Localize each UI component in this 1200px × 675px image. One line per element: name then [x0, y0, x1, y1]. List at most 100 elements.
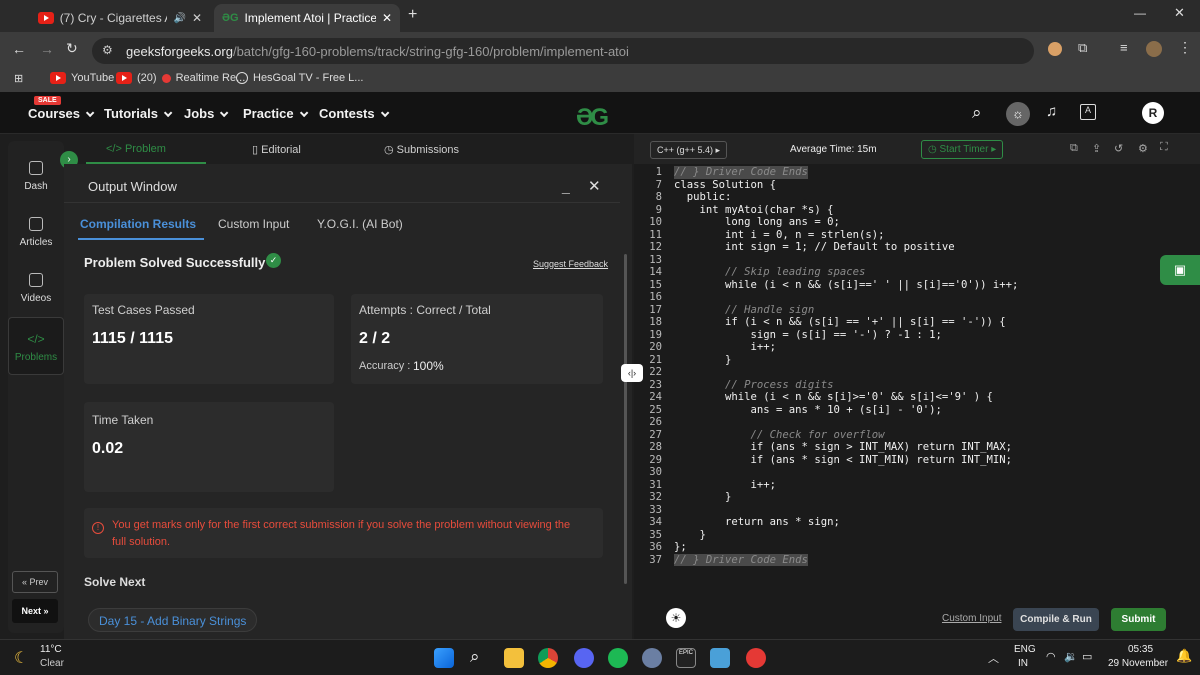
code-line[interactable]: } [674, 529, 706, 542]
code-line[interactable]: return ans * sign; [674, 516, 840, 529]
bulb-icon[interactable]: ☀ [666, 608, 686, 628]
notification-icon[interactable]: 🔔 [1176, 648, 1192, 664]
code-line[interactable]: // Check for overflow [674, 429, 885, 442]
gfg-logo[interactable]: ƏG [576, 104, 609, 132]
code-line[interactable]: while (i < n && (s[i]==' ' || s[i]=='0')… [674, 279, 1018, 292]
minimize-icon[interactable]: — [1134, 6, 1146, 20]
file-explorer-icon[interactable] [504, 648, 524, 668]
app-icon[interactable] [746, 648, 766, 668]
rail-dash[interactable]: Dash [8, 161, 64, 192]
tab-youtube[interactable]: (7) Cry - Cigarettes After Se 🔊 ✕ [30, 4, 210, 32]
tab-gfg[interactable]: ƏG Implement Atoi | Practice | Geel ✕ [214, 4, 400, 32]
rail-articles[interactable]: Articles [8, 217, 64, 248]
extension-icon[interactable] [1048, 42, 1062, 56]
clock-time[interactable]: 05:35 [1128, 644, 1153, 655]
chevron-up-icon[interactable]: ︿ [988, 650, 999, 666]
suggest-feedback-link[interactable]: Suggest Feedback [533, 259, 608, 269]
copy-icon[interactable]: ⧉ [1070, 142, 1078, 155]
code-line[interactable]: // } Driver Code Ends [674, 166, 808, 179]
code-line[interactable]: i++; [674, 341, 777, 354]
remote-desktop-icon[interactable] [710, 648, 730, 668]
nav-jobs[interactable]: Jobs [184, 106, 229, 121]
close-window-icon[interactable]: ✕ [1174, 5, 1185, 21]
code-line[interactable]: int sign = 1; // Default to positive [674, 241, 955, 254]
tab-problem[interactable]: </> Problem [106, 143, 166, 155]
code-line[interactable]: int i = 0, n = strlen(s); [674, 229, 884, 242]
splitter-handle-icon[interactable]: ‹|› [621, 364, 643, 382]
bell-icon[interactable]: ♫ [1046, 103, 1057, 120]
spotify-icon[interactable] [608, 648, 628, 668]
wifi-icon[interactable]: ◠ [1046, 650, 1056, 663]
code-line[interactable]: int myAtoi(char *s) { [674, 204, 834, 217]
bookmark-hesgoal[interactable]: HesGoal TV - Free L... [236, 72, 363, 84]
language-select[interactable]: C++ (g++ 5.4) ▸ [650, 141, 728, 159]
forward-icon[interactable]: → [40, 41, 54, 57]
code-line[interactable]: // } Driver Code Ends [674, 553, 808, 566]
code-area[interactable]: 1 // } Driver Code Ends 7 class Solution {8… [640, 164, 1200, 604]
nav-practice[interactable]: Practice [243, 106, 308, 121]
prev-button[interactable]: « Prev [12, 571, 58, 593]
epic-games-icon[interactable]: EPIC [676, 648, 696, 668]
close-icon[interactable]: ✕ [588, 177, 601, 195]
custom-input-link[interactable]: Custom Input [942, 613, 1001, 624]
nav-courses[interactable]: Courses [28, 106, 95, 121]
search-icon[interactable]: ⌕ [972, 103, 982, 123]
start-timer-button[interactable]: ◷ Start Timer ▸ [921, 140, 1004, 159]
search-icon[interactable]: ⌕ [470, 648, 490, 668]
tab-compilation-results[interactable]: Compilation Results [80, 217, 196, 231]
weather-temp[interactable]: 11°C [40, 644, 62, 655]
code-line[interactable]: // Skip leading spaces [674, 266, 865, 279]
translate-icon[interactable]: A [1080, 104, 1096, 120]
clock-date[interactable]: 29 November [1108, 658, 1168, 669]
back-icon[interactable]: ← [12, 41, 26, 57]
tab-yogi[interactable]: Y.O.G.I. (AI Bot) [317, 217, 403, 231]
reset-icon[interactable]: ↺ [1114, 142, 1123, 155]
code-line[interactable]: public: [674, 191, 732, 204]
volume-icon[interactable]: 🔉 [1064, 650, 1078, 663]
close-icon[interactable]: ✕ [382, 11, 392, 25]
code-line[interactable]: sign = (s[i] == '-') ? -1 : 1; [674, 329, 942, 342]
weather-desc[interactable]: Clear [40, 658, 64, 669]
close-icon[interactable]: ✕ [192, 11, 202, 25]
code-line[interactable]: }; [674, 541, 687, 554]
code-line[interactable]: // Process digits [674, 379, 833, 392]
chrome-icon[interactable] [538, 648, 558, 668]
code-line[interactable]: // Handle sign [674, 304, 814, 317]
profile-avatar[interactable] [1146, 41, 1162, 57]
new-tab-icon[interactable]: + [408, 6, 417, 24]
code-line[interactable]: long long ans = 0; [674, 216, 840, 229]
next-problem-link[interactable]: Day 15 - Add Binary Strings [88, 608, 258, 632]
battery-icon[interactable]: ▭ [1082, 650, 1092, 663]
compile-run-button[interactable]: Compile & Run [1013, 608, 1099, 631]
code-line[interactable]: if (i < n && (s[i] == '+' || s[i] == '-'… [674, 316, 1006, 329]
menu-icon[interactable]: ⋮ [1178, 39, 1192, 56]
minimize-icon[interactable]: _ [562, 178, 570, 194]
settings-icon[interactable]: ⚙ [1138, 142, 1148, 155]
nav-contests[interactable]: Contests [319, 106, 389, 121]
media-icon[interactable]: ≡ [1120, 40, 1128, 55]
upload-icon[interactable]: ⇪ [1092, 142, 1101, 155]
code-line[interactable]: if (ans * sign < INT_MIN) return INT_MIN… [674, 454, 1013, 467]
code-line[interactable]: while (i < n && s[i]>='0' && s[i]<='9' )… [674, 391, 993, 404]
address-bar[interactable]: ⚙ geeksforgeeks.org/batch/gfg-160-proble… [92, 38, 1034, 64]
bookmark-youtube-20[interactable]: (20) Realtime Re... [116, 72, 245, 84]
fullscreen-icon[interactable]: ⛶ [1160, 141, 1168, 154]
extensions-puzzle-icon[interactable]: ⧉ [1078, 40, 1087, 56]
region-indicator[interactable]: IN [1018, 658, 1028, 669]
windows-start-icon[interactable] [434, 648, 454, 668]
code-line[interactable]: i++; [674, 479, 777, 492]
speaker-icon[interactable]: 🔊 [173, 13, 185, 24]
code-line[interactable]: class Solution { [674, 179, 776, 192]
code-line[interactable]: } [674, 491, 731, 504]
code-line[interactable]: if (ans * sign > INT_MAX) return INT_MAX… [674, 441, 1013, 454]
tab-editorial[interactable]: ▯ Editorial [252, 143, 301, 156]
discord-icon[interactable] [574, 648, 594, 668]
scrollbar[interactable] [624, 254, 627, 584]
language-indicator[interactable]: ENG [1014, 644, 1036, 655]
theme-toggle-icon[interactable]: ☼ [1006, 102, 1030, 126]
nav-tutorials[interactable]: Tutorials [104, 106, 173, 121]
submit-button[interactable]: Submit [1111, 608, 1166, 631]
user-avatar[interactable]: R [1142, 102, 1164, 124]
tab-custom-input[interactable]: Custom Input [218, 217, 289, 231]
code-line[interactable]: } [674, 354, 731, 367]
